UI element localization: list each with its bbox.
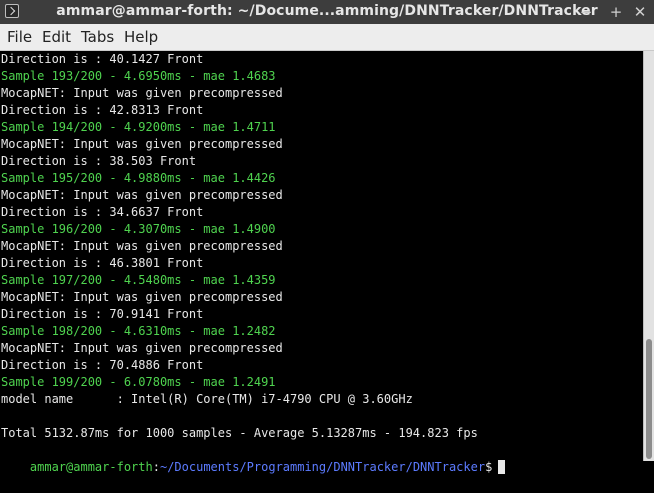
menu-bar: File Edit Tabs Help bbox=[0, 24, 654, 51]
shell-prompt[interactable]: ammar@ammar-forth:~/Documents/Programmin… bbox=[1, 442, 506, 474]
close-button[interactable]: ✕ bbox=[630, 2, 650, 22]
scrollbar-thumb[interactable] bbox=[646, 339, 652, 459]
terminal-line: MocapNET: Input was given precompressed bbox=[1, 137, 283, 151]
terminal-line: Total 5132.87ms for 1000 samples - Avera… bbox=[1, 426, 478, 440]
terminal-line: Sample 199/200 - 6.0780ms - mae 1.2491 bbox=[1, 375, 276, 389]
terminal-line: Direction is : 46.3801 Front bbox=[1, 256, 204, 270]
terminal-line: MocapNET: Input was given precompressed bbox=[1, 341, 283, 355]
terminal-line: MocapNET: Input was given precompressed bbox=[1, 239, 283, 253]
terminal-line: MocapNET: Input was given precompressed bbox=[1, 290, 283, 304]
terminal-output[interactable]: Direction is : 40.1427 Front Sample 193/2… bbox=[0, 51, 643, 474]
terminal-line: Direction is : 38.503 Front bbox=[1, 154, 197, 168]
terminal-line: Direction is : 70.9141 Front bbox=[1, 307, 204, 321]
maximize-button[interactable]: + bbox=[606, 2, 626, 22]
text-cursor bbox=[498, 460, 506, 474]
terminal-line: Direction is : 34.6637 Front bbox=[1, 205, 204, 219]
terminal-line: Sample 194/200 - 4.9200ms - mae 1.4711 bbox=[1, 120, 276, 134]
title-bar[interactable]: ammar@ammar-forth: ~/Docume...amming/DNN… bbox=[0, 0, 654, 24]
scrollbar[interactable] bbox=[643, 51, 654, 461]
prompt-symbol: $ bbox=[485, 460, 493, 474]
terminal-line: Sample 196/200 - 4.3070ms - mae 1.4900 bbox=[1, 222, 276, 236]
terminal-line: MocapNET: Input was given precompressed bbox=[1, 188, 283, 202]
prompt-separator: : bbox=[152, 460, 160, 474]
terminal-line: Sample 198/200 - 4.6310ms - mae 1.2482 bbox=[1, 324, 276, 338]
terminal-line: MocapNET: Input was given precompressed bbox=[1, 86, 283, 100]
terminal-line: Sample 197/200 - 4.5480ms - mae 1.4359 bbox=[1, 273, 276, 287]
menu-file[interactable]: File bbox=[7, 28, 32, 46]
prompt-path: ~/Documents/Programming/DNNTracker/DNNTr… bbox=[159, 460, 486, 474]
terminal-line: Direction is : 40.1427 Front bbox=[1, 52, 204, 66]
minimize-button[interactable]: − bbox=[576, 2, 596, 22]
terminal-line: Sample 195/200 - 4.9880ms - mae 1.4426 bbox=[1, 171, 276, 185]
menu-edit[interactable]: Edit bbox=[42, 28, 71, 46]
window-title: ammar@ammar-forth: ~/Docume...amming/DNN… bbox=[56, 3, 598, 19]
terminal-line: Direction is : 42.8313 Front bbox=[1, 103, 204, 117]
menu-tabs[interactable]: Tabs bbox=[81, 28, 114, 46]
terminal-line: model name : Intel(R) Core(TM) i7-4790 C… bbox=[1, 392, 413, 406]
terminal-line: Direction is : 70.4886 Front bbox=[1, 358, 204, 372]
terminal-line: Sample 193/200 - 4.6950ms - mae 1.4683 bbox=[1, 69, 276, 83]
menu-help[interactable]: Help bbox=[124, 28, 158, 46]
prompt-user-host: ammar@ammar-forth bbox=[29, 460, 153, 474]
